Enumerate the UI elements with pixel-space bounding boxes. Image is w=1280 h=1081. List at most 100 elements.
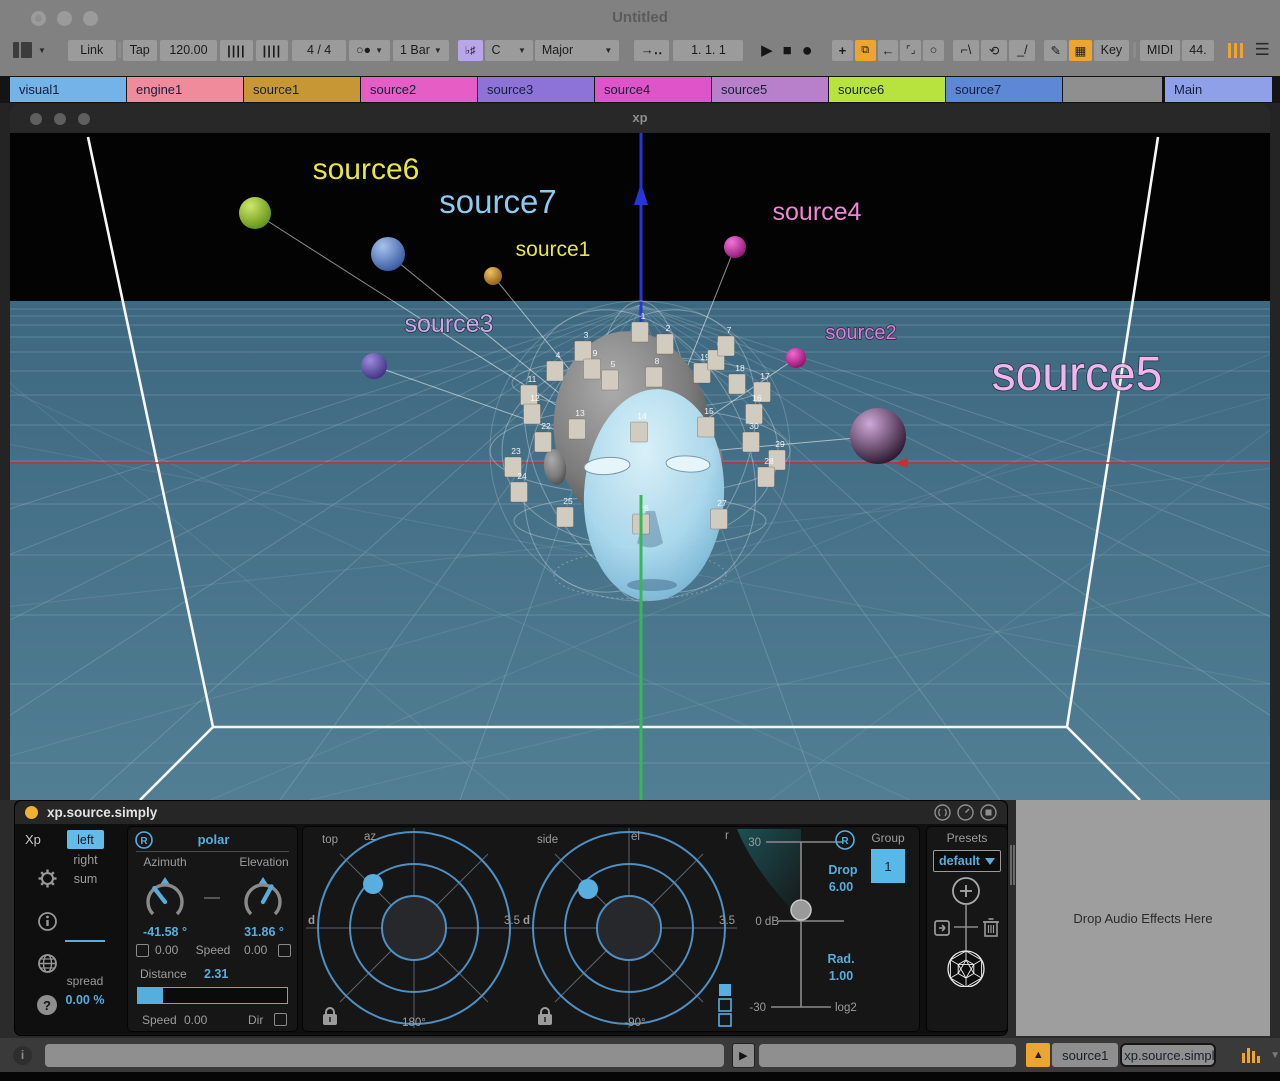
track-tab-source2[interactable]: source2 bbox=[361, 77, 477, 102]
key-map-button[interactable]: Key bbox=[1094, 40, 1130, 61]
preset-selector[interactable]: default bbox=[933, 850, 1001, 872]
track-tab-source7[interactable]: source7 bbox=[946, 77, 1062, 102]
3d-spatial-scene[interactable]: 1234598196718171112131415163029222324252… bbox=[10, 133, 1270, 800]
sphere-source2[interactable] bbox=[786, 348, 806, 368]
sphere-source7[interactable] bbox=[371, 237, 405, 271]
chevron-down-icon[interactable]: ▼ bbox=[1270, 1050, 1280, 1061]
fade-icon[interactable]: ⌐\ bbox=[953, 40, 979, 61]
sample-rate-field[interactable]: 44. bbox=[1182, 40, 1213, 61]
info-icon[interactable] bbox=[37, 911, 58, 932]
polar-title[interactable]: polar bbox=[128, 832, 299, 847]
bar-meter-icon[interactable] bbox=[1242, 1047, 1260, 1063]
link-button[interactable]: Link bbox=[68, 40, 116, 61]
xp-window-titlebar[interactable]: xp bbox=[10, 104, 1270, 133]
device-on-led[interactable] bbox=[24, 805, 39, 820]
layer-square-3[interactable] bbox=[719, 1014, 731, 1026]
azimuth-knob[interactable] bbox=[142, 873, 188, 923]
root-note-menu[interactable]: C▼ bbox=[485, 40, 533, 61]
metronome-icon[interactable]: |||| bbox=[220, 40, 253, 61]
distance-value[interactable]: 2.31 bbox=[204, 967, 228, 981]
radar-side-view[interactable]: side el d 3.5 -90° bbox=[521, 828, 737, 1029]
lock-icon[interactable] bbox=[538, 1008, 552, 1025]
info-icon[interactable]: i bbox=[13, 1046, 32, 1065]
menu-icon[interactable]: ☰ bbox=[1255, 40, 1270, 60]
selected-device-field[interactable]: xp.source.simply bbox=[1120, 1043, 1216, 1067]
preview-play-icon[interactable]: ▶ bbox=[732, 1043, 755, 1068]
save-icon[interactable] bbox=[980, 804, 997, 821]
layout-selector-icon[interactable]: ▼ bbox=[13, 42, 46, 58]
metronome-count-icon[interactable]: |||| bbox=[256, 40, 289, 61]
back-to-arrangement-icon[interactable]: ← bbox=[878, 40, 899, 61]
spread-value[interactable]: 0.00 % bbox=[59, 993, 111, 1007]
gear-icon[interactable] bbox=[37, 868, 58, 889]
automation-arm-icon[interactable]: ⧉ bbox=[855, 40, 876, 61]
panel-resize-handle[interactable] bbox=[1008, 800, 1016, 1036]
trash-icon[interactable] bbox=[983, 919, 999, 936]
lock-icon[interactable] bbox=[323, 1008, 337, 1025]
elevation-speed-checkbox[interactable] bbox=[278, 944, 291, 957]
follow-icon[interactable]: →‥ bbox=[634, 40, 670, 61]
elevation-value[interactable]: 31.86 ° bbox=[228, 925, 300, 939]
loop-icon[interactable]: ○ bbox=[923, 40, 944, 61]
radar-side-dot[interactable] bbox=[578, 879, 598, 899]
reset-icon[interactable]: R bbox=[836, 831, 854, 849]
midi-map-button[interactable]: MIDI bbox=[1140, 40, 1180, 61]
device-drop-area[interactable]: Drop Audio Effects Here bbox=[1016, 800, 1270, 1036]
track-tab-engine1[interactable]: engine1 bbox=[127, 77, 243, 102]
globe-icon[interactable] bbox=[37, 953, 58, 974]
record-icon[interactable]: ● bbox=[802, 40, 813, 61]
sphere-source1[interactable] bbox=[484, 267, 502, 285]
groove-amount-button[interactable]: ○●▼ bbox=[349, 40, 390, 61]
collapse-chain-icon[interactable]: ▲ bbox=[1026, 1043, 1050, 1067]
track-tab-source5[interactable]: source5 bbox=[712, 77, 828, 102]
fold-icon[interactable]: ▦ bbox=[1069, 40, 1092, 61]
azimuth-speed-value[interactable]: 0.00 bbox=[155, 943, 178, 957]
sphere-source4[interactable] bbox=[724, 236, 746, 258]
ramp-icon[interactable]: _/ bbox=[1009, 40, 1035, 61]
loop-brace-icon[interactable]: ⟲ bbox=[981, 40, 1007, 61]
dir-checkbox[interactable] bbox=[274, 1013, 287, 1026]
track-tab-source1[interactable]: source1 bbox=[244, 77, 360, 102]
azimuth-speed-checkbox[interactable] bbox=[136, 944, 149, 957]
radar-top-view[interactable]: top az d 3.5 180° bbox=[306, 828, 522, 1029]
radar-svg[interactable]: top az d 3.5 180° bbox=[303, 827, 919, 1031]
play-icon[interactable]: ▶ bbox=[761, 41, 773, 59]
gain-knob[interactable] bbox=[791, 900, 811, 920]
sphere-source5[interactable] bbox=[850, 408, 906, 464]
elevation-knob[interactable] bbox=[240, 873, 286, 923]
track-tab-source3[interactable]: source3 bbox=[478, 77, 594, 102]
device-tab-xp[interactable]: Xp bbox=[25, 832, 41, 847]
help-icon[interactable]: ? bbox=[37, 995, 57, 1015]
selected-track-field[interactable]: source1 bbox=[1052, 1043, 1118, 1067]
hot-swap-icon[interactable] bbox=[935, 921, 949, 935]
tap-button[interactable]: Tap bbox=[123, 40, 157, 61]
key-signature-icon[interactable]: ♭♯ bbox=[458, 40, 483, 61]
new-icon[interactable]: + bbox=[832, 40, 853, 61]
sphere-source3[interactable] bbox=[361, 353, 387, 379]
draw-icon[interactable]: ✎ bbox=[1044, 40, 1067, 61]
arrangement-position[interactable]: 1. 1. 1 bbox=[673, 40, 743, 61]
track-tab-source6[interactable]: source6 bbox=[829, 77, 945, 102]
clock-icon[interactable] bbox=[957, 804, 974, 821]
elevation-speed-value[interactable]: 0.00 bbox=[244, 943, 267, 957]
track-tab-visual1[interactable]: visual1 bbox=[10, 77, 126, 102]
session-record-icon[interactable]: ⌜⌟ bbox=[900, 40, 921, 61]
mode-left-button[interactable]: left bbox=[67, 830, 104, 849]
time-signature-field[interactable]: 4 / 4 bbox=[292, 40, 346, 61]
layer-square-1[interactable] bbox=[719, 984, 731, 996]
bracket-icon[interactable] bbox=[934, 804, 951, 821]
radar-top-dot[interactable] bbox=[363, 874, 383, 894]
sphere-source6[interactable] bbox=[239, 197, 271, 229]
azimuth-value[interactable]: -41.58 ° bbox=[130, 925, 200, 939]
distance-speed-value[interactable]: 0.00 bbox=[184, 1013, 207, 1027]
geodesic-ball-icon[interactable] bbox=[948, 951, 984, 987]
scale-menu[interactable]: Major▼ bbox=[535, 40, 619, 61]
track-tab-Main[interactable]: Main bbox=[1165, 77, 1272, 102]
distance-slider[interactable] bbox=[137, 987, 288, 1004]
mode-sum-button[interactable]: sum bbox=[67, 872, 104, 886]
quantize-menu[interactable]: 1 Bar▼ bbox=[393, 40, 449, 61]
device-titlebar[interactable]: xp.source.simply bbox=[15, 801, 1007, 824]
track-tab-source4[interactable]: source4 bbox=[595, 77, 711, 102]
mode-right-button[interactable]: right bbox=[67, 853, 104, 867]
tempo-field[interactable]: 120.00 bbox=[160, 40, 217, 61]
